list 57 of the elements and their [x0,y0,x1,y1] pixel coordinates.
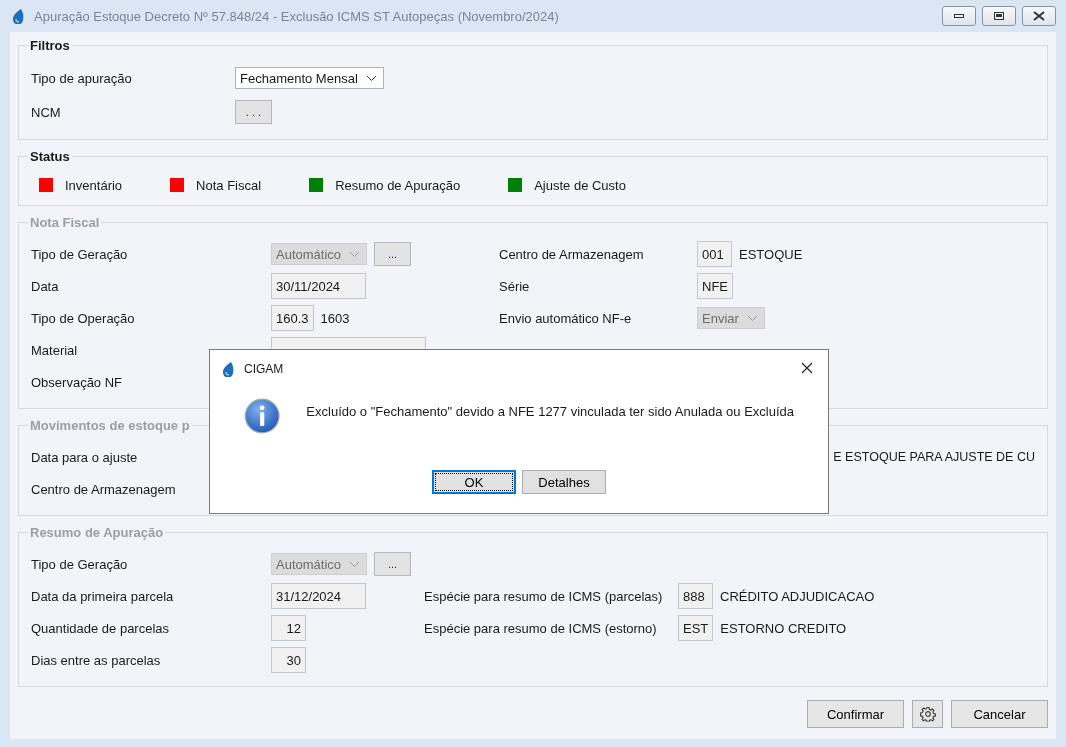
dialog-title: CIGAM [244,362,285,376]
section-title: Nota Fiscal [29,215,101,230]
action-button[interactable]: Cancelar [951,700,1048,728]
section-title: Movimentos de estoque p [29,418,191,433]
maximize-button[interactable] [982,6,1016,26]
field-label: Material [31,342,79,358]
section-title: Resumo de Apuração [29,525,165,540]
status-label: Resumo de Apuração [335,177,461,193]
field-label: Data da primeira parcela [31,588,175,604]
field-label: Tipo de Operação [31,310,136,326]
ellipsis-button[interactable]: . . . [235,100,272,124]
description-text: 1603 [320,310,350,326]
chevron-down-icon [746,314,758,322]
field-label: Envio automático NF-e [499,310,633,326]
description-text: ESTORNO CREDITO [720,620,847,636]
close-icon [1033,11,1045,21]
field-label: Centro de Armazenagem [31,481,177,497]
field-label: Tipo de apuração [31,70,133,86]
dialog-button[interactable]: OK [432,470,516,494]
section-title: Filtros [29,38,71,53]
field-label: NCM [31,104,62,120]
info-icon [244,396,281,436]
close-icon [800,361,814,375]
app-logo-icon [222,361,236,377]
field-label: Espécie para resumo de ICMS (parcelas) [424,588,664,604]
field-label: Quantidade de parcelas [31,620,171,636]
window-title: Apuração Estoque Decreto Nº 57.848/24 - Exclusão ICMS ST Autopeças (Novembro/2024) [34,8,560,24]
field-label: Data [31,278,60,294]
maximize-icon [994,12,1004,20]
status-label: Inventário [65,177,123,193]
settings-button[interactable] [912,700,943,728]
status-label: Nota Fiscal [196,177,262,193]
field-label: Tipo de Geração [31,246,129,262]
field-label: Observação NF [31,374,124,390]
description-text: ESTOQUE [739,246,803,262]
dialog-message: Excluído o "Fechamento" devido a NFE 1277 vinculada ter sido Anulada ou Excluída [306,403,794,419]
close-button[interactable] [1022,6,1056,26]
field-label: Centro de Armazenagem [499,246,645,262]
field-label: Dias entre as parcelas [31,652,162,668]
field-label: Série [499,278,531,294]
dialog-button[interactable]: Detalhes [522,470,606,494]
field-label: Data para o ajuste [31,449,139,465]
dropdown[interactable]: Fechamento Mensal [235,67,384,89]
gear-icon [919,706,936,722]
chevron-down-icon [349,250,361,258]
status-label: Ajuste de Custo [534,177,626,193]
section-title: Status [29,149,71,164]
minimize-icon [954,14,964,18]
chevron-down-icon [365,74,377,82]
field-label: Tipo de Geração [31,556,129,572]
action-button[interactable]: Confirmar [807,700,904,728]
chevron-down-icon [349,560,361,568]
description-text: E ESTOQUE PARA AJUSTE DE CU [833,450,1035,464]
app-logo-icon [12,8,26,24]
minimize-button[interactable] [942,6,976,26]
description-text: CRÉDITO ADJUDICACAO [720,588,875,604]
field-label: Espécie para resumo de ICMS (estorno) [424,620,658,636]
